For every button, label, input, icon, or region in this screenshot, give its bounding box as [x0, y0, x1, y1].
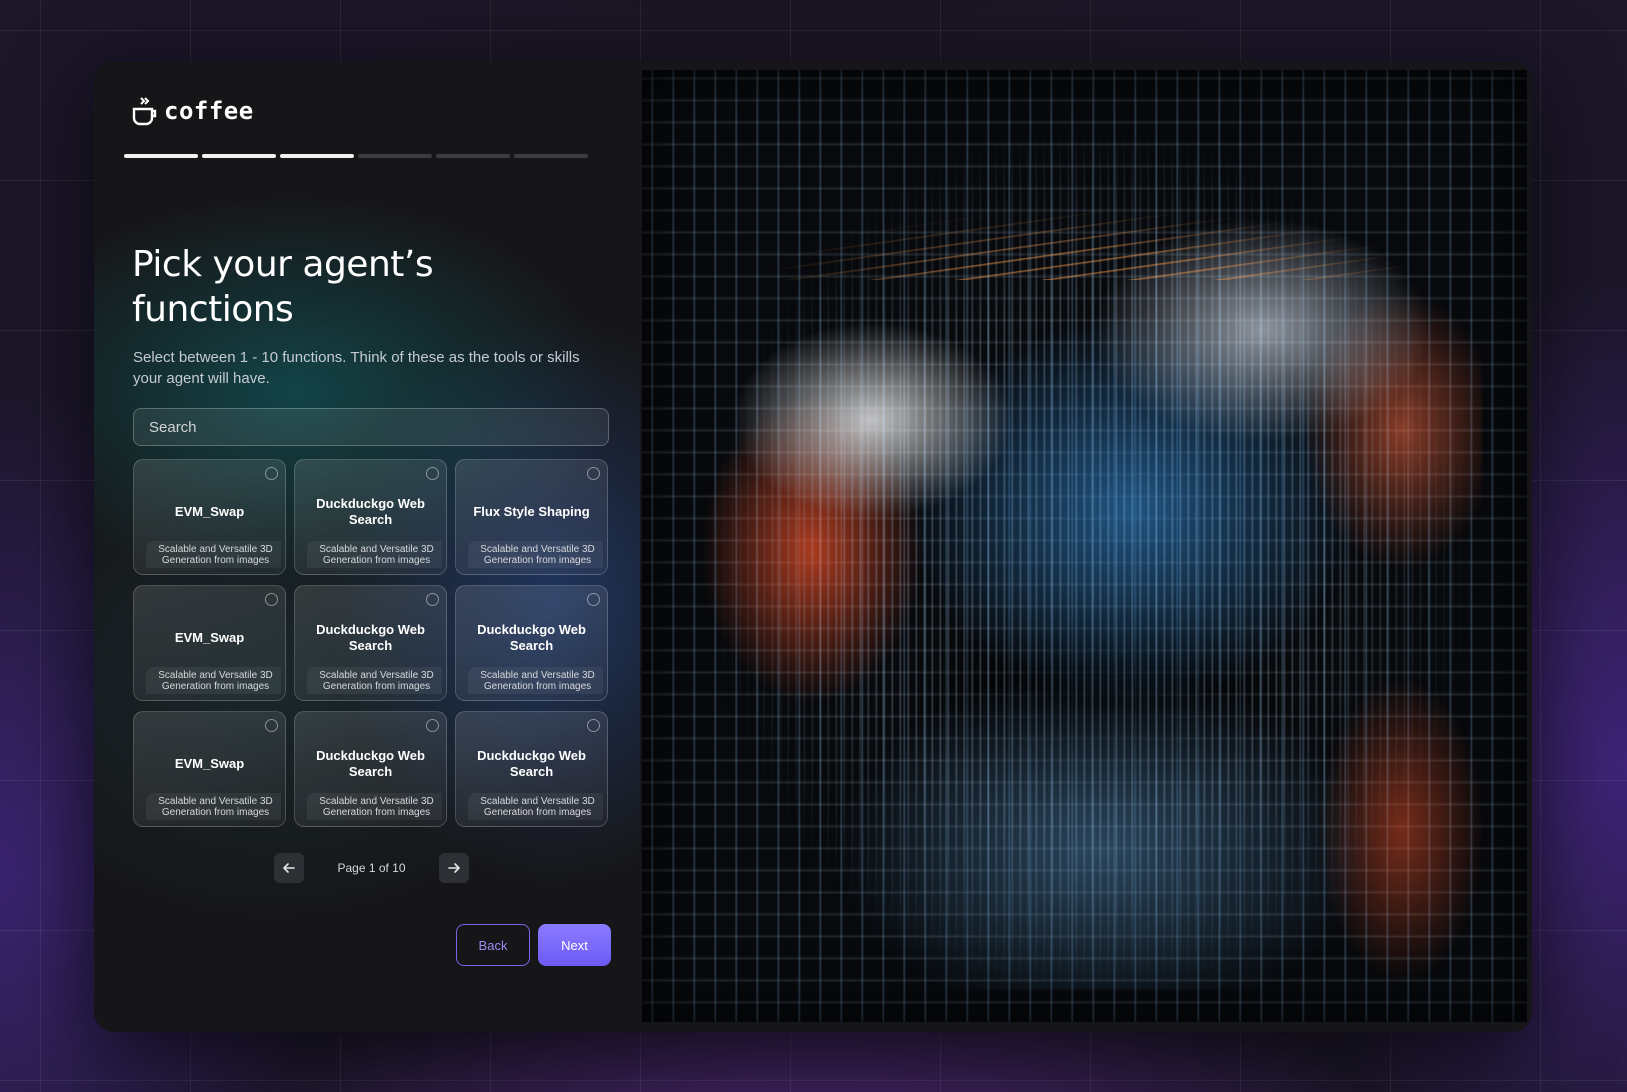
- progress-step-6: [514, 154, 588, 158]
- brand-name: coffee: [164, 97, 254, 125]
- hero-artwork: [642, 70, 1527, 1022]
- function-name: Duckduckgo Web Search: [316, 622, 425, 653]
- function-card[interactable]: EVM_Swap Scalable and Versatile 3D Gener…: [133, 585, 286, 701]
- pagination: Page 1 of 10: [274, 852, 469, 884]
- select-radio[interactable]: [426, 467, 439, 480]
- function-name: Flux Style Shaping: [473, 504, 590, 519]
- function-name: Duckduckgo Web Search: [477, 748, 586, 779]
- step-progress: [124, 154, 588, 158]
- brand-logo: coffee: [130, 96, 254, 126]
- function-name: Duckduckgo Web Search: [316, 496, 425, 527]
- function-card[interactable]: EVM_Swap Scalable and Versatile 3D Gener…: [133, 711, 286, 827]
- artwork-waves: [762, 140, 1422, 280]
- function-description: Scalable and Versatile 3D Generation fro…: [307, 541, 442, 568]
- select-radio[interactable]: [426, 593, 439, 606]
- onboarding-window: coffee Pick your agent’s functions Selec…: [94, 62, 1532, 1032]
- select-radio[interactable]: [265, 593, 278, 606]
- function-grid: EVM_Swap Scalable and Versatile 3D Gener…: [133, 459, 609, 827]
- function-card[interactable]: Duckduckgo Web Search Scalable and Versa…: [455, 585, 608, 701]
- function-card[interactable]: Duckduckgo Web Search Scalable and Versa…: [455, 711, 608, 827]
- select-radio[interactable]: [587, 719, 600, 732]
- page-subtitle: Select between 1 - 10 functions. Think o…: [133, 349, 580, 387]
- next-page-button[interactable]: [439, 853, 469, 883]
- page-indicator: Page 1 of 10: [337, 861, 406, 875]
- function-name: Duckduckgo Web Search: [316, 748, 425, 779]
- form-panel: coffee Pick your agent’s functions Selec…: [94, 62, 640, 1032]
- select-radio[interactable]: [265, 467, 278, 480]
- function-name: Duckduckgo Web Search: [477, 622, 586, 653]
- function-description: Scalable and Versatile 3D Generation fro…: [146, 541, 281, 568]
- function-card[interactable]: EVM_Swap Scalable and Versatile 3D Gener…: [133, 459, 286, 575]
- function-card[interactable]: Duckduckgo Web Search Scalable and Versa…: [294, 711, 447, 827]
- select-radio[interactable]: [426, 719, 439, 732]
- function-description: Scalable and Versatile 3D Generation fro…: [468, 793, 603, 820]
- progress-step-5: [436, 154, 510, 158]
- search-input[interactable]: [133, 408, 609, 446]
- function-card[interactable]: Duckduckgo Web Search Scalable and Versa…: [294, 459, 447, 575]
- function-description: Scalable and Versatile 3D Generation fro…: [146, 793, 281, 820]
- function-name: EVM_Swap: [174, 756, 245, 771]
- select-radio[interactable]: [587, 467, 600, 480]
- function-description: Scalable and Versatile 3D Generation fro…: [146, 667, 281, 694]
- coffee-cup-icon: [132, 97, 157, 126]
- progress-step-4: [358, 154, 432, 158]
- progress-step-1: [124, 154, 198, 158]
- select-radio[interactable]: [265, 719, 278, 732]
- function-card[interactable]: Flux Style Shaping Scalable and Versatil…: [455, 459, 608, 575]
- function-description: Scalable and Versatile 3D Generation fro…: [307, 793, 442, 820]
- function-description: Scalable and Versatile 3D Generation fro…: [468, 667, 603, 694]
- function-description: Scalable and Versatile 3D Generation fro…: [307, 667, 442, 694]
- progress-step-2: [202, 154, 276, 158]
- progress-step-3: [280, 154, 354, 158]
- prev-page-button[interactable]: [274, 853, 304, 883]
- function-card[interactable]: Duckduckgo Web Search Scalable and Versa…: [294, 585, 447, 701]
- function-name: EVM_Swap: [174, 504, 245, 519]
- select-radio[interactable]: [587, 593, 600, 606]
- arrow-left-icon: [283, 863, 295, 873]
- back-button[interactable]: Back: [456, 924, 530, 966]
- arrow-right-icon: [448, 863, 460, 873]
- next-button[interactable]: Next: [538, 924, 611, 966]
- function-description: Scalable and Versatile 3D Generation fro…: [468, 541, 603, 568]
- function-name: EVM_Swap: [174, 630, 245, 645]
- page-title: Pick your agent’s functions: [132, 244, 434, 330]
